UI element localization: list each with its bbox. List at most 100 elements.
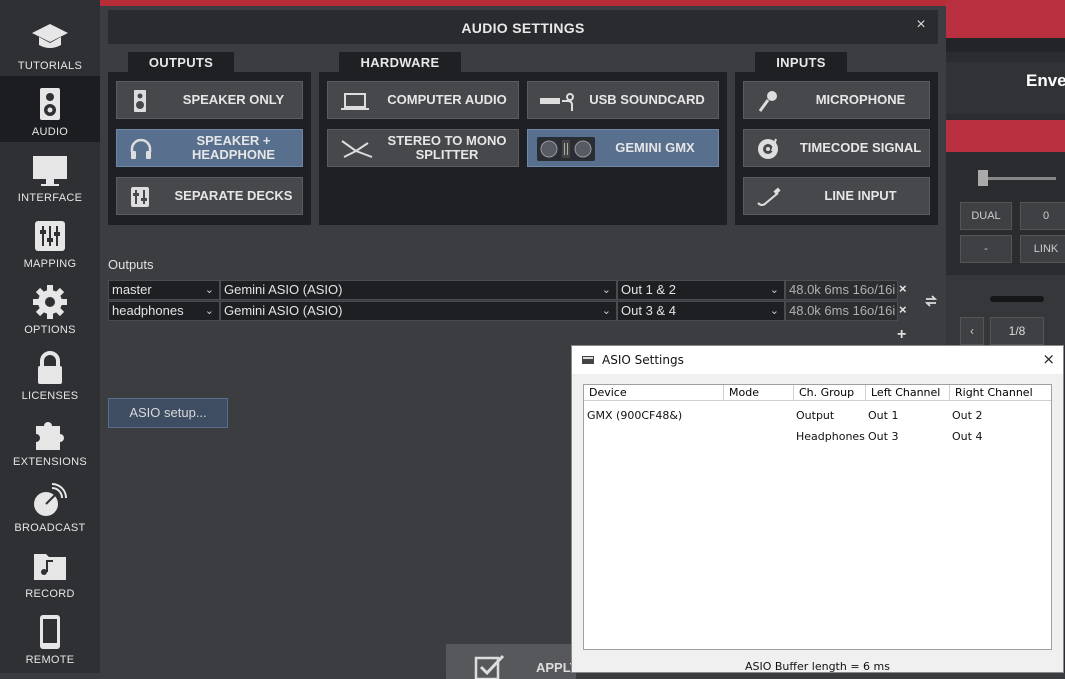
sidebar-label: REMOTE — [25, 654, 75, 666]
button-label: SEPARATE DECKS — [174, 188, 293, 203]
sidebar-item-broadcast[interactable]: BROADCAST — [0, 472, 100, 538]
loop-prev-button[interactable]: ‹ — [960, 317, 984, 345]
pitch-slider-track[interactable] — [982, 177, 1056, 180]
asio-close-button[interactable]: × — [1042, 350, 1055, 368]
computer-audio-button[interactable]: COMPUTER AUDIO — [327, 81, 519, 119]
button-label: TIMECODE SIGNAL — [799, 140, 922, 155]
select-value: Out 1 & 2 — [621, 282, 676, 297]
lock-icon — [38, 351, 62, 384]
hardware-group-tab: HARDWARE — [339, 52, 461, 72]
sidebar-label: LICENSES — [21, 390, 79, 402]
crossfader-bar[interactable] — [990, 296, 1044, 302]
column-header-right-channel[interactable]: Right Channel — [950, 385, 1051, 401]
sidebar-label: TUTORIALS — [17, 60, 83, 72]
separate-decks-button[interactable]: SEPARATE DECKS — [116, 177, 303, 215]
track-title-fragment: Enve — [1026, 71, 1065, 90]
chevron-down-icon: ⌄ — [769, 284, 779, 296]
stereo-to-mono-splitter-button[interactable]: STEREO TO MONO SPLITTER — [327, 129, 519, 167]
puzzle-icon — [36, 422, 64, 450]
link-label: LINK — [1033, 243, 1059, 255]
column-header-left-channel[interactable]: Left Channel — [866, 385, 950, 401]
sidebar-label: MAPPING — [23, 258, 77, 270]
chevron-down-icon: ⌄ — [204, 284, 214, 296]
mixer-icon — [131, 187, 149, 207]
remove-output-button[interactable]: × — [899, 281, 907, 296]
asio-buffer-status: ASIO Buffer length = 6 ms — [744, 660, 890, 673]
chevron-down-icon: ⌄ — [601, 305, 611, 317]
app-window-icon — [582, 356, 594, 364]
mortarboard-icon — [32, 24, 68, 48]
channel-select[interactable]: Out 1 & 2 ⌄ — [617, 280, 785, 300]
table-cell-left[interactable]: Out 3 — [868, 430, 898, 443]
headphones-icon — [130, 138, 152, 159]
output-name-select[interactable]: headphones ⌄ — [108, 301, 220, 321]
table-cell-group[interactable]: Headphones — [796, 430, 865, 443]
swap-rows-icon[interactable] — [924, 294, 938, 313]
select-value: Gemini ASIO (ASIO) — [224, 303, 343, 318]
loop-size-display: 1/8 — [990, 317, 1044, 345]
sidebar-label: EXTENSIONS — [13, 456, 87, 468]
dual-button[interactable]: DUAL — [960, 202, 1012, 230]
table-cell-group[interactable]: Output — [796, 409, 834, 422]
apply-button[interactable]: APPLY — [446, 644, 578, 679]
sidebar-label: OPTIONS — [24, 324, 76, 336]
microphone-button[interactable]: MICROPHONE — [743, 81, 930, 119]
sidebar-item-options[interactable]: OPTIONS — [0, 274, 100, 340]
sidebar-label: RECORD — [25, 588, 75, 600]
gemini-gmx-button[interactable]: GEMINI GMX — [527, 129, 719, 167]
waveform-top — [946, 0, 1065, 38]
gear-icon — [33, 285, 67, 319]
vinyl-icon — [758, 138, 778, 159]
column-header-mode[interactable]: Mode — [724, 385, 794, 401]
link-button[interactable]: LINK — [1020, 235, 1065, 263]
sidebar-item-record[interactable]: RECORD — [0, 538, 100, 604]
sidebar-item-audio[interactable]: AUDIO — [0, 76, 100, 142]
sidebar-item-interface[interactable]: INTERFACE — [0, 142, 100, 208]
column-header-ch-group[interactable]: Ch. Group — [794, 385, 866, 401]
speaker-headphone-button[interactable]: SPEAKER + HEADPHONE — [116, 129, 303, 167]
asio-setup-button[interactable]: ASIO setup... — [108, 398, 228, 428]
outputs-group-tab: OUTPUTS — [128, 52, 234, 72]
table-cell-device[interactable]: GMX (900CF48&) — [587, 409, 682, 422]
minus-button[interactable]: - — [960, 235, 1012, 263]
usb-soundcard-button[interactable]: USB SOUNDCARD — [527, 81, 719, 119]
column-header-device[interactable]: Device — [584, 385, 724, 401]
usb-soundcard-icon — [540, 93, 574, 111]
close-button[interactable]: × — [912, 16, 930, 36]
asio-window-title: ASIO Settings — [602, 353, 684, 367]
device-select[interactable]: Gemini ASIO (ASIO) ⌄ — [220, 280, 617, 300]
chevron-down-icon: ⌄ — [769, 305, 779, 317]
table-cell-left[interactable]: Out 1 — [868, 409, 898, 422]
sidebar-label: INTERFACE — [17, 192, 83, 204]
sidebar-item-remote[interactable]: REMOTE — [0, 604, 100, 670]
table-cell-right[interactable]: Out 4 — [952, 430, 982, 443]
button-label: SPEAKER ONLY — [182, 92, 285, 107]
audio-jack-icon — [757, 187, 781, 206]
dj-controller-icon — [537, 137, 595, 161]
timecode-signal-button[interactable]: TIMECODE SIGNAL — [743, 129, 930, 167]
sidebar-item-extensions[interactable]: EXTENSIONS — [0, 406, 100, 472]
remove-output-button[interactable]: × — [899, 302, 907, 317]
dialog-title-bar: AUDIO SETTINGS × — [108, 10, 938, 44]
channel-select[interactable]: Out 3 & 4 ⌄ — [617, 301, 785, 321]
select-value: Out 3 & 4 — [621, 303, 676, 318]
sidebar-item-licenses[interactable]: LICENSES — [0, 340, 100, 406]
outputs-group: SPEAKER ONLY SPEAKER + HEADPHONE SEPARAT… — [108, 72, 311, 225]
speaker-only-button[interactable]: SPEAKER ONLY — [116, 81, 303, 119]
pitch-slider-handle[interactable] — [978, 170, 988, 186]
line-input-button[interactable]: LINE INPUT — [743, 177, 930, 215]
table-cell-right[interactable]: Out 2 — [952, 409, 982, 422]
checkbox-check-icon — [474, 654, 505, 679]
output-name-select[interactable]: master ⌄ — [108, 280, 220, 300]
add-output-button[interactable]: + — [897, 326, 906, 344]
sidebar-item-mapping[interactable]: MAPPING — [0, 208, 100, 274]
asio-title-bar: ASIO Settings × — [572, 346, 1063, 374]
inputs-group: MICROPHONE TIMECODE SIGNAL LINE INPUT — [735, 72, 938, 225]
sidebar-label: BROADCAST — [14, 522, 86, 534]
waveform-mid — [946, 120, 1065, 152]
hardware-group: COMPUTER AUDIO USB SOUNDCARD STEREO TO M… — [319, 72, 727, 225]
device-select[interactable]: Gemini ASIO (ASIO) ⌄ — [220, 301, 617, 321]
select-value: Gemini ASIO (ASIO) — [224, 282, 343, 297]
sidebar-item-tutorials[interactable]: TUTORIALS — [0, 10, 100, 76]
minus-label: - — [984, 243, 988, 255]
